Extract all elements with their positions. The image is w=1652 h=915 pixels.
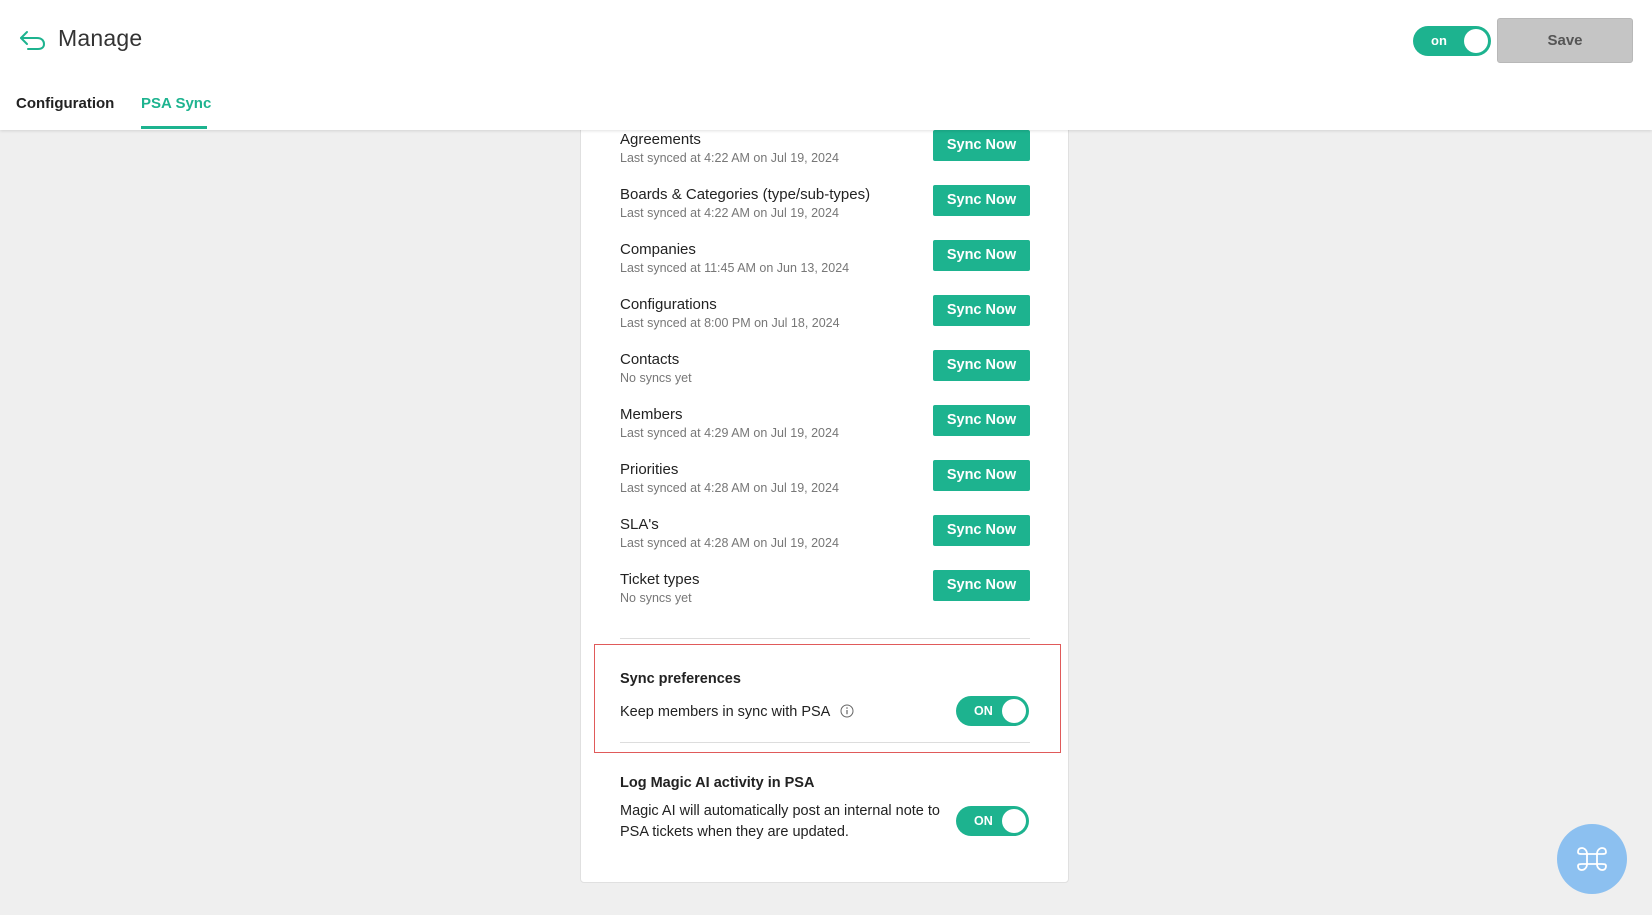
keep-members-label: Keep members in sync with PSA — [620, 704, 831, 720]
sync-item-name: Contacts — [620, 351, 680, 368]
sync-item-name: Priorities — [620, 461, 679, 478]
sync-now-button[interactable]: Sync Now — [933, 185, 1030, 216]
sync-item-name: Companies — [620, 241, 696, 258]
divider — [620, 742, 1030, 743]
sync-now-button[interactable]: Sync Now — [933, 460, 1030, 491]
sync-item-name: Configurations — [620, 296, 717, 313]
sync-item-name: Boards & Categories (type/sub-types) — [620, 186, 871, 203]
sync-item-status: Last synced at 4:22 AM on Jul 19, 2024 — [620, 206, 839, 220]
sync-now-button[interactable]: Sync Now — [933, 570, 1030, 601]
master-toggle[interactable]: on — [1413, 26, 1491, 56]
sync-item-status: Last synced at 4:29 AM on Jul 19, 2024 — [620, 426, 839, 440]
divider — [620, 638, 1030, 639]
active-tab-indicator — [141, 126, 207, 129]
keep-members-sync-toggle[interactable]: ON — [956, 696, 1029, 726]
master-toggle-label: on — [1431, 33, 1447, 48]
sync-preferences-title: Sync preferences — [620, 671, 741, 687]
tab-configuration[interactable]: Configuration — [16, 95, 114, 112]
sync-item-status: Last synced at 4:28 AM on Jul 19, 2024 — [620, 536, 839, 550]
sync-row-priorities: Priorities Last synced at 4:28 AM on Jul… — [620, 460, 1030, 511]
sync-row-members: Members Last synced at 4:29 AM on Jul 19… — [620, 405, 1030, 456]
sync-item-status: Last synced at 4:22 AM on Jul 19, 2024 — [620, 151, 839, 165]
sync-row-ticket-types: Ticket types No syncs yet Sync Now — [620, 570, 1030, 621]
toggle-knob — [1464, 29, 1488, 53]
top-bar: Manage on Save Configuration PSA Sync — [0, 0, 1652, 130]
sync-now-button[interactable]: Sync Now — [933, 240, 1030, 271]
sync-row-contacts: Contacts No syncs yet Sync Now — [620, 350, 1030, 401]
sync-now-button[interactable]: Sync Now — [933, 405, 1030, 436]
sync-item-status: Last synced at 4:28 AM on Jul 19, 2024 — [620, 481, 839, 495]
info-icon[interactable] — [840, 704, 854, 718]
sync-now-button[interactable]: Sync Now — [933, 350, 1030, 381]
sync-item-name: Members — [620, 406, 683, 423]
toggle-knob — [1002, 809, 1026, 833]
sync-row-agreements: Agreements Last synced at 4:22 AM on Jul… — [620, 130, 1030, 181]
sync-row-slas: SLA's Last synced at 4:28 AM on Jul 19, … — [620, 515, 1030, 566]
save-button[interactable]: Save — [1497, 18, 1633, 63]
sync-now-button[interactable]: Sync Now — [933, 295, 1030, 326]
toggle-label: ON — [974, 814, 993, 828]
sync-item-status: Last synced at 8:00 PM on Jul 18, 2024 — [620, 316, 840, 330]
sync-row-boards-categories: Boards & Categories (type/sub-types) Las… — [620, 185, 1030, 236]
sync-row-companies: Companies Last synced at 11:45 AM on Jun… — [620, 240, 1030, 291]
sync-item-status: No syncs yet — [620, 371, 692, 385]
sync-row-configurations: Configurations Last synced at 8:00 PM on… — [620, 295, 1030, 346]
sync-item-status: Last synced at 11:45 AM on Jun 13, 2024 — [620, 261, 850, 275]
toggle-knob — [1002, 699, 1026, 723]
tab-psa-sync[interactable]: PSA Sync — [141, 95, 211, 112]
page-title: Manage — [58, 25, 143, 51]
toggle-label: ON — [974, 704, 993, 718]
log-magic-description: Magic AI will automatically post an inte… — [620, 803, 940, 840]
sync-now-button[interactable]: Sync Now — [933, 130, 1030, 161]
log-magic-toggle[interactable]: ON — [956, 806, 1029, 836]
sync-item-name: Ticket types — [620, 571, 700, 588]
sync-now-button[interactable]: Sync Now — [933, 515, 1030, 546]
back-arrow-icon[interactable] — [18, 28, 48, 54]
sync-item-name: SLA's — [620, 516, 659, 533]
sync-item-name: Agreements — [620, 131, 701, 148]
assistant-fab-button[interactable] — [1557, 824, 1627, 894]
log-magic-title: Log Magic AI activity in PSA — [620, 775, 815, 791]
sync-item-status: No syncs yet — [620, 591, 692, 605]
